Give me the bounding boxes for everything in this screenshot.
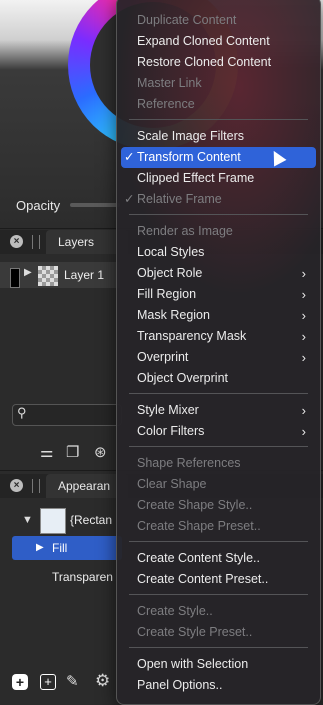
menu-item-create-style-preset[interactable]: Create Style Preset..: [121, 622, 316, 643]
menu-item-label: Transparency Mask: [137, 329, 247, 343]
chevron-right-icon: ›: [301, 403, 306, 418]
layer-color-swatch: [10, 268, 20, 288]
menu-item-shape-references[interactable]: Shape References: [121, 453, 316, 474]
menu-item-clipped-effect-frame[interactable]: Clipped Effect Frame: [121, 168, 316, 189]
chevron-right-icon: ›: [301, 329, 306, 344]
menu-item-label: Overprint: [137, 350, 189, 364]
menu-item-label: Mask Region: [137, 308, 210, 322]
menu-item-color-filters[interactable]: Color Filters ›: [121, 421, 316, 442]
menu-item-transparency-mask[interactable]: Transparency Mask ›: [121, 326, 316, 347]
layers-search-input[interactable]: [12, 404, 122, 426]
search-icon: ⚲: [17, 405, 27, 420]
menu-item-clear-shape[interactable]: Clear Shape: [121, 474, 316, 495]
menu-item-expand-cloned-content[interactable]: Expand Cloned Content: [121, 31, 316, 52]
menu-item-create-content-preset[interactable]: Create Content Preset..: [121, 569, 316, 590]
menu-item-transform-content[interactable]: ✓ Transform Content: [121, 147, 316, 168]
menu-item-style-mixer[interactable]: Style Mixer ›: [121, 400, 316, 421]
appearance-object-title: {Rectan: [70, 513, 113, 527]
menu-separator: [129, 393, 308, 394]
close-icon[interactable]: ×: [10, 479, 23, 492]
settings-gear-icon[interactable]: ⚙: [95, 671, 110, 691]
menu-item-duplicate-content[interactable]: Duplicate Content: [121, 10, 316, 31]
add-square-icon[interactable]: +: [40, 674, 56, 690]
menu-separator: [129, 446, 308, 447]
menu-item-label: Transform Content: [137, 150, 241, 164]
menu-item-master-link[interactable]: Master Link: [121, 73, 316, 94]
appearance-thumbnail: [40, 508, 66, 534]
add-icon[interactable]: +: [12, 674, 28, 690]
link-icon[interactable]: ⊛: [94, 443, 107, 461]
opacity-slider[interactable]: [70, 203, 120, 207]
menu-item-render-as-image[interactable]: Render as Image: [121, 221, 316, 242]
menu-separator: [129, 647, 308, 648]
transparency-label: Transparen: [52, 570, 113, 584]
layer-name: Layer 1: [64, 268, 105, 282]
grip-icon[interactable]: [32, 235, 40, 249]
checkmark-icon: ✓: [124, 192, 135, 206]
menu-separator: [129, 541, 308, 542]
menu-item-mask-region[interactable]: Mask Region ›: [121, 305, 316, 326]
menu-separator: [129, 214, 308, 215]
layer-thumbnail: [38, 266, 58, 286]
menu-item-object-overprint[interactable]: Object Overprint: [121, 368, 316, 389]
menu-item-local-styles[interactable]: Local Styles: [121, 242, 316, 263]
chevron-right-icon: ›: [301, 266, 306, 281]
menu-item-fill-region[interactable]: Fill Region ›: [121, 284, 316, 305]
menu-item-object-role[interactable]: Object Role ›: [121, 263, 316, 284]
context-menu: Duplicate Content Expand Cloned Content …: [116, 0, 321, 705]
menu-separator: [129, 594, 308, 595]
chevron-right-icon: ›: [301, 424, 306, 439]
menu-item-create-shape-preset[interactable]: Create Shape Preset..: [121, 516, 316, 537]
collapse-triangle-icon[interactable]: ▼: [22, 514, 33, 526]
chevron-right-icon: ›: [301, 308, 306, 323]
menu-item-label: Object Role: [137, 266, 203, 280]
add-brush-icon[interactable]: ✎: [66, 672, 79, 690]
menu-item-panel-options[interactable]: Panel Options..: [121, 675, 316, 696]
opacity-label: Opacity: [16, 198, 61, 213]
menu-item-create-style[interactable]: Create Style..: [121, 601, 316, 622]
menu-item-restore-cloned-content[interactable]: Restore Cloned Content: [121, 52, 316, 73]
chevron-right-icon: ›: [301, 287, 306, 302]
expand-triangle-icon[interactable]: ▶: [24, 267, 32, 278]
menu-item-label: Color Filters: [137, 424, 205, 438]
menu-item-create-shape-style[interactable]: Create Shape Style..: [121, 495, 316, 516]
fill-label: Fill: [52, 541, 68, 555]
adjust-sliders-icon[interactable]: ⚌: [40, 443, 53, 461]
menu-item-label: Relative Frame: [137, 192, 222, 206]
expand-triangle-icon[interactable]: ▶: [36, 542, 44, 553]
menu-item-create-content-style[interactable]: Create Content Style..: [121, 548, 316, 569]
menu-item-scale-image-filters[interactable]: Scale Image Filters: [121, 126, 316, 147]
chevron-right-icon: ›: [301, 350, 306, 365]
menu-item-relative-frame[interactable]: ✓ Relative Frame: [121, 189, 316, 210]
menu-item-label: Style Mixer: [137, 403, 199, 417]
menu-item-open-with-selection[interactable]: Open with Selection: [121, 654, 316, 675]
menu-item-overprint[interactable]: Overprint ›: [121, 347, 316, 368]
menu-item-reference[interactable]: Reference: [121, 94, 316, 115]
close-icon[interactable]: ×: [10, 235, 23, 248]
menu-separator: [129, 119, 308, 120]
grip-icon[interactable]: [32, 479, 40, 493]
checkmark-icon: ✓: [124, 150, 135, 164]
menu-item-label: Fill Region: [137, 287, 197, 301]
duplicate-icon[interactable]: ❐: [66, 443, 79, 461]
